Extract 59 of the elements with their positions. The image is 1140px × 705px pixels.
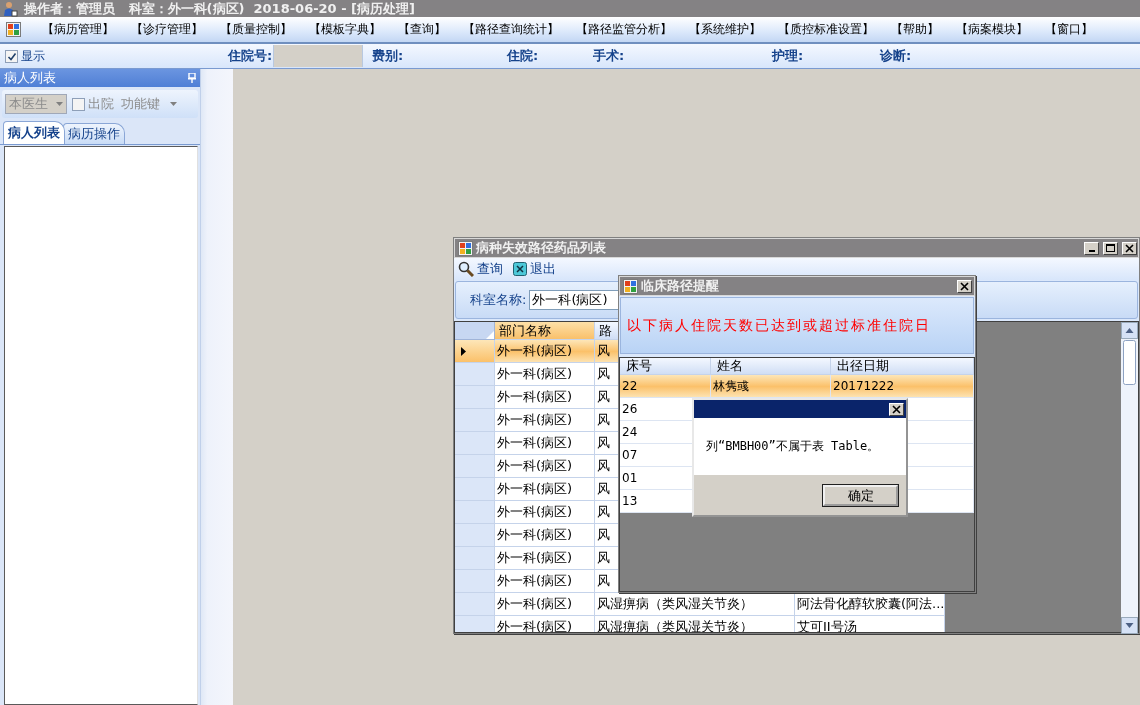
field-label: 手术: [593,47,625,65]
field-label: 科室名称: [470,291,527,309]
close-button[interactable] [957,279,972,293]
window-title: 病种失效路径药品列表 [476,239,607,257]
field-label: 诊断: [880,47,912,65]
column-header[interactable]: 出径日期 [831,358,974,375]
table-row[interactable]: 外一科(病区) 风湿痹病（类风湿关节炎） 阿法骨化醇软胶囊(阿法... [455,593,945,616]
column-header[interactable]: 姓名 [711,358,831,375]
column-header[interactable]: 部门名称 [495,322,595,340]
caret-icon [56,102,63,106]
close-button[interactable] [1122,241,1137,255]
field-label: 费别: [372,47,404,65]
window-title: 操作者：管理员 科室：外一科(病区) 2018-06-20 - [病历处理] [24,0,415,18]
checkbox-label: 出院 [88,95,114,113]
field-label: 护理: [772,47,804,65]
exit-button[interactable]: 退出 [513,260,556,278]
menu-item[interactable]: 【帮助】 [891,21,939,38]
menu-item[interactable]: 【窗口】 [1045,21,1093,38]
minimize-button[interactable] [1084,241,1099,255]
scrollbar[interactable] [1121,322,1138,634]
window-title: 临床路径提醒 [641,277,720,295]
reminder-message: 以下病人住院天数已达到或超过标准住院日 [627,316,931,335]
menu-item[interactable]: 【系统维护】 [689,21,761,38]
menu-item[interactable]: 【质量控制】 [220,21,292,38]
search-icon [458,261,474,277]
caret-icon [170,102,177,106]
menu-item[interactable]: 【病案模块】 [956,21,1028,38]
input-field[interactable] [273,45,364,67]
tab[interactable]: 病历操作 [63,123,125,144]
field-label: 住院号: [228,47,273,65]
ok-button[interactable]: 确定 [823,484,898,506]
menu-item[interactable]: 【质控标准设置】 [778,21,874,38]
person-icon [2,0,18,17]
corner-icon [486,331,494,339]
menu-item[interactable]: 【病历管理】 [42,21,114,38]
column-header[interactable]: 床号 [620,358,711,375]
maximize-button[interactable] [1103,241,1118,255]
pin-icon[interactable] [188,73,196,83]
menu-item[interactable]: 【查询】 [398,21,446,38]
checkbox-label: 显示 [21,47,45,65]
tab[interactable]: 病人列表 [3,121,65,144]
window-icon [6,22,21,37]
maximize-icon [1106,244,1115,252]
table-row[interactable]: 22 林隽彧 20171222 [620,375,974,398]
menu-item[interactable]: 【诊疗管理】 [131,21,203,38]
table-cell: 外一科(病区) [495,616,595,632]
close-icon [892,404,901,414]
menu-item[interactable]: 【路径查询统计】 [463,21,559,38]
close-box-icon [513,262,527,276]
row-pointer-icon [461,346,466,356]
menu-item[interactable]: 【路径监管分析】 [576,21,672,38]
panel-title: 病人列表 [4,69,56,87]
field-label: 住院: [507,47,539,65]
search-button[interactable]: 查询 [458,260,503,278]
close-icon [960,281,969,291]
menu-item[interactable]: 【模板字典】 [309,21,381,38]
close-icon [1125,243,1134,253]
checkbox[interactable] [5,49,18,63]
close-button[interactable] [889,402,904,416]
